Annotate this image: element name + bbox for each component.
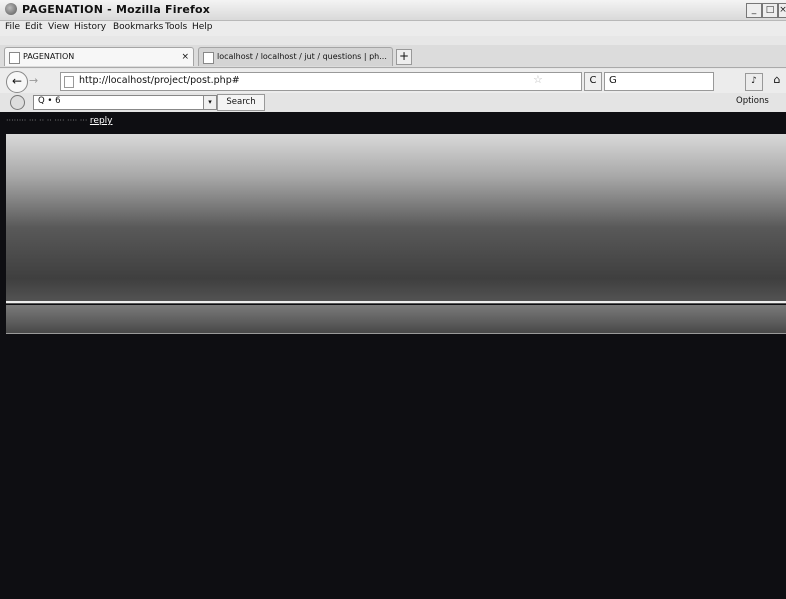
close-button[interactable]: × [778, 3, 786, 18]
tab-pagenation[interactable]: PAGENATION × [4, 47, 194, 66]
extension-icon[interactable]: ♪ [745, 73, 763, 91]
banner-strip [6, 305, 786, 333]
toolbar-search-button[interactable]: Search [217, 94, 265, 111]
firefox-icon [5, 3, 17, 15]
new-tab-button[interactable]: + [396, 49, 412, 65]
menu-tools[interactable]: Tools [165, 22, 187, 32]
toolbar-logo-icon[interactable] [10, 95, 25, 110]
star-icon[interactable]: ☆ [533, 73, 543, 86]
tab-bar: PAGENATION × localhost / localhost / jut… [0, 45, 786, 68]
divider [6, 301, 786, 303]
page-icon [9, 52, 20, 64]
maximize-button[interactable]: □ [762, 3, 778, 18]
menu-file[interactable]: File [5, 22, 20, 32]
gradient-banner [6, 134, 786, 304]
title-bar: PAGENATION - Mozilla Firefox _ □ × [0, 0, 786, 21]
menu-bookmarks[interactable]: Bookmarks [113, 22, 163, 32]
menu-help[interactable]: Help [192, 22, 213, 32]
window-title: PAGENATION - Mozilla Firefox [22, 3, 211, 16]
url-text[interactable]: http://localhost/project/post.php# [79, 75, 240, 86]
minimize-button[interactable]: _ [746, 3, 762, 18]
comment-line: ········ ··· ·· ·· ···· ···· ··· reply [6, 116, 113, 126]
reload-button[interactable]: C [584, 72, 602, 91]
tab-label: localhost / localhost / jut / questions … [217, 52, 387, 61]
close-tab-icon[interactable]: × [181, 48, 189, 66]
url-bar[interactable]: http://localhost/project/post.php# ☆ [60, 72, 582, 91]
search-toolbar: Q • 6 ▾ Search Options [0, 93, 786, 112]
menu-bar: File Edit View History Bookmarks Tools H… [0, 21, 786, 36]
search-engine-icon[interactable]: G [609, 75, 617, 86]
toolbar-dropdown-button[interactable]: ▾ [203, 95, 217, 110]
back-button[interactable]: ← [6, 71, 28, 93]
menu-edit[interactable]: Edit [25, 22, 42, 32]
page-icon [64, 76, 74, 88]
forward-button[interactable]: → [29, 74, 38, 87]
reply-link[interactable]: reply [90, 116, 113, 126]
tab-label: PAGENATION [23, 52, 75, 61]
toolbar-search-input[interactable]: Q • 6 [33, 95, 205, 110]
divider [6, 333, 786, 334]
engine-search-box[interactable]: G [604, 72, 714, 91]
navigation-bar: ← → http://localhost/project/post.php# ☆… [0, 69, 786, 94]
phpmyadmin-icon [203, 52, 214, 64]
page-content: ········ ··· ·· ·· ···· ···· ··· reply [0, 112, 786, 599]
comment-text-illegible: ········ ··· ·· ·· ···· ···· ··· [6, 116, 88, 125]
home-button[interactable]: ⌂ [768, 73, 786, 89]
menu-view[interactable]: View [48, 22, 69, 32]
toolbar-search-value: Q • 6 [38, 96, 61, 106]
menu-history[interactable]: History [74, 22, 106, 32]
tab-localhost[interactable]: localhost / localhost / jut / questions … [198, 47, 393, 66]
options-button[interactable]: Options [736, 96, 769, 106]
